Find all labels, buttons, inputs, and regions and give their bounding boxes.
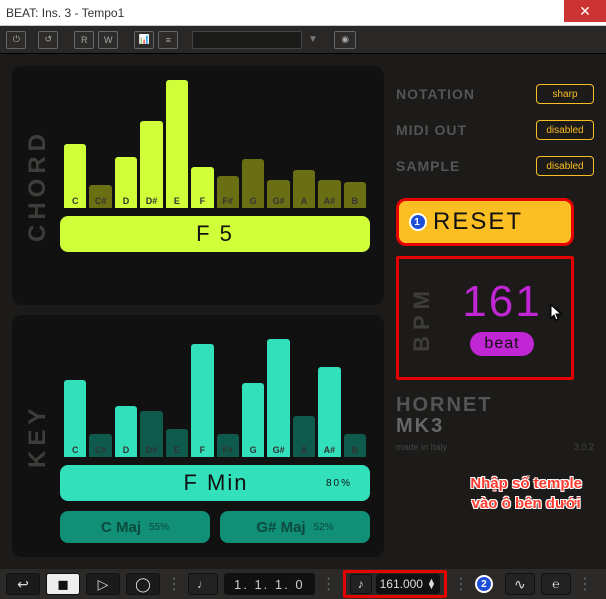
- preset-selector[interactable]: [192, 31, 302, 49]
- option-midi: MIDI OUT disabled: [396, 112, 594, 148]
- key-display-pct: 80%: [326, 478, 352, 489]
- loop-button[interactable]: ↩: [6, 573, 40, 595]
- bar-D: D: [115, 406, 137, 457]
- chord-label: CHORD: [24, 80, 52, 291]
- bar-A: A: [293, 170, 315, 208]
- key-label: KEY: [24, 329, 52, 543]
- click-button[interactable]: ∿: [505, 573, 535, 595]
- power-button[interactable]: ⏻: [6, 31, 26, 49]
- bar-F: F: [191, 344, 213, 457]
- bar-G: G: [242, 159, 264, 208]
- beat-button[interactable]: beat: [470, 332, 533, 356]
- key-bars: CC#DD#EFF#GG#AA#B: [60, 329, 370, 457]
- bar-A: A: [293, 416, 315, 457]
- annotation-badge-2: 2: [475, 575, 493, 593]
- bar-B: B: [344, 434, 366, 457]
- midi-label: MIDI OUT: [396, 122, 467, 138]
- tempo-value: 161.000: [380, 577, 423, 591]
- tempo-note-icon[interactable]: ♪: [350, 574, 372, 594]
- bar-F: F: [191, 167, 213, 208]
- brand-version: 3.0.2: [574, 442, 594, 452]
- bar-D#: D#: [140, 411, 162, 457]
- play-button[interactable]: ▷: [86, 573, 120, 595]
- write-button[interactable]: W: [98, 31, 118, 49]
- bar-E: E: [166, 80, 188, 208]
- bar-F#: F#: [217, 176, 239, 208]
- bar-E: E: [166, 429, 188, 457]
- key-alt-1-name: C Maj: [101, 519, 141, 536]
- key-alt-1-pct: 55%: [149, 522, 169, 533]
- option-sample: SAMPLE disabled: [396, 148, 594, 184]
- record-button[interactable]: ◯: [126, 573, 160, 595]
- bar-G#: G#: [267, 339, 289, 457]
- cursor-icon: [549, 286, 563, 304]
- titlebar: BEAT: Ins. 3 - Tempo1 ✕: [0, 0, 606, 26]
- key-display-value: F Min: [183, 470, 248, 496]
- bypass-button[interactable]: ↺: [38, 31, 58, 49]
- snapshot-button[interactable]: ◉: [334, 31, 356, 49]
- bar-F#: F#: [217, 434, 239, 457]
- note-icon[interactable]: ♩: [188, 573, 218, 595]
- key-alt-2[interactable]: G# Maj 52%: [220, 511, 370, 543]
- notation-toggle[interactable]: sharp: [536, 84, 594, 104]
- bar-D#: D#: [140, 121, 162, 208]
- bar-B: B: [344, 182, 366, 208]
- key-alt-2-pct: 52%: [314, 522, 334, 533]
- bpm-box: BPM 161 beat: [396, 256, 574, 380]
- close-button[interactable]: ✕: [564, 0, 606, 22]
- window-title: BEAT: Ins. 3 - Tempo1: [6, 6, 124, 20]
- brand-made: made in Italy: [396, 442, 447, 452]
- bar-G: G: [242, 383, 264, 457]
- option-notation: NOTATION sharp: [396, 76, 594, 112]
- notation-label: NOTATION: [396, 86, 475, 102]
- bar-A#: A#: [318, 180, 340, 208]
- plugin-window: BEAT: Ins. 3 - Tempo1 ✕ ⏻ ↺ R W 📊 ≡ ▼ ◉ …: [0, 0, 606, 599]
- key-alt-2-name: G# Maj: [256, 519, 305, 536]
- key-panel: KEY CC#DD#EFF#GG#AA#B --- F Min 80% C Ma…: [12, 315, 384, 557]
- position-display[interactable]: 1. 1. 1. 0: [224, 573, 315, 595]
- key-alt-1[interactable]: C Maj 55%: [60, 511, 210, 543]
- brand-line1: HORNET: [396, 394, 594, 417]
- tempo-stepper-icon[interactable]: ▲▼: [427, 579, 436, 590]
- annotation-badge-1: 1: [409, 213, 427, 231]
- tempo-box: ♪ 161.000 ▲▼: [343, 570, 447, 598]
- sample-label: SAMPLE: [396, 158, 460, 174]
- preset-dropdown-icon[interactable]: ▼: [308, 34, 318, 45]
- plugin-body: CHORD CC#DD#EFF#GG#AA#B F 5 KEY CC#DD#EF…: [0, 54, 606, 569]
- sample-toggle[interactable]: disabled: [536, 156, 594, 176]
- chord-display: F 5: [60, 216, 370, 252]
- bar-G#: G#: [267, 180, 289, 208]
- transport-bar: ↩ ◼ ▷ ◯ ⋮ ♩ 1. 1. 1. 0 ⋮ ♪ 161.000 ▲▼ ⋮ …: [0, 569, 606, 599]
- stop-button[interactable]: ◼: [46, 573, 80, 595]
- brand-line2: MK3: [396, 415, 594, 438]
- bar-D: D: [115, 157, 137, 208]
- read-button[interactable]: R: [74, 31, 94, 49]
- bpm-side-label: BPM: [409, 285, 435, 352]
- chord-bars: CC#DD#EFF#GG#AA#B: [60, 80, 370, 208]
- editor-toolbar: ⏻ ↺ R W 📊 ≡ ▼ ◉: [0, 26, 606, 54]
- chord-panel: CHORD CC#DD#EFF#GG#AA#B F 5: [12, 66, 384, 305]
- e-button[interactable]: ℮: [541, 573, 571, 595]
- annotation-text: Nhập số temple vào ô bên dưới: [470, 474, 582, 513]
- key-display: --- F Min 80%: [60, 465, 370, 501]
- bar-C#: C#: [89, 434, 111, 457]
- bar-C: C: [64, 380, 86, 457]
- bpm-value[interactable]: 161: [443, 280, 561, 324]
- bar-C#: C#: [89, 185, 111, 208]
- preset-button[interactable]: 📊: [134, 31, 154, 49]
- reset-button[interactable]: 1 RESET: [396, 198, 574, 246]
- bar-A#: A#: [318, 367, 340, 457]
- menu-button[interactable]: ≡: [158, 31, 178, 49]
- reset-label: RESET: [433, 208, 523, 236]
- midi-toggle[interactable]: disabled: [536, 120, 594, 140]
- bar-C: C: [64, 144, 86, 208]
- tempo-field[interactable]: 161.000 ▲▼: [376, 574, 440, 594]
- brand-block: HORNET MK3 made in Italy 3.0.2: [396, 394, 594, 452]
